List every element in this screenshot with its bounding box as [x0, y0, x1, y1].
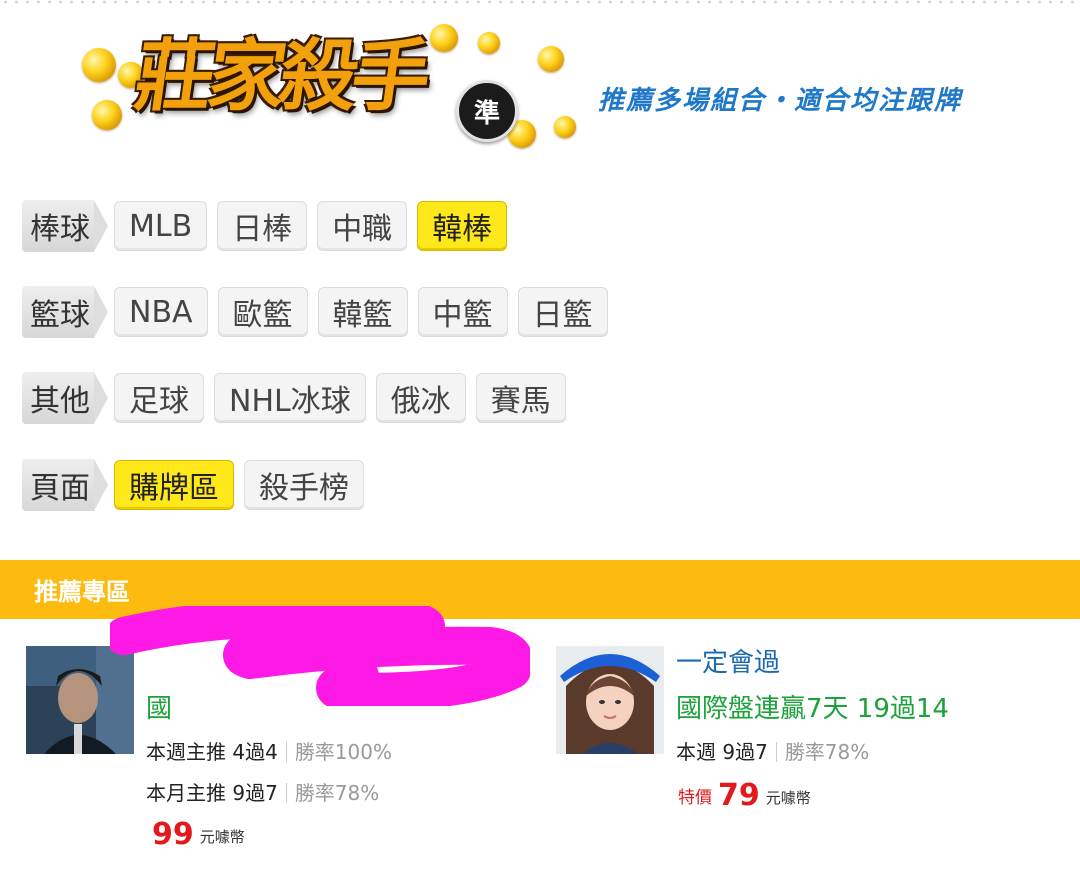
- price-value: 99: [152, 817, 194, 852]
- gold-coin-icon: [478, 32, 500, 54]
- weekly-record: 本週 9過7 勝率78%: [676, 736, 869, 765]
- avatar[interactable]: [556, 646, 664, 754]
- weekly-win-rate: 勝率78%: [784, 740, 870, 764]
- league-button-soccer[interactable]: 足球: [114, 373, 204, 423]
- league-button-kbo[interactable]: 韓棒: [417, 201, 508, 251]
- gold-coin-icon: [430, 24, 458, 52]
- category-label: 棒球: [22, 200, 108, 252]
- weekly-win-rate: 勝率100%: [294, 740, 392, 764]
- monthly-win-rate: 勝率78%: [294, 781, 380, 805]
- tipster-headline[interactable]: 國際盤連贏7天 19過14: [676, 688, 949, 725]
- weekly-record: 本週主推 4過4 勝率100%: [146, 736, 392, 765]
- gold-coin-icon: [82, 48, 116, 82]
- gold-coin-icon: [538, 46, 564, 72]
- sale-tag: 特價: [678, 788, 712, 808]
- league-button-china-basketball[interactable]: 中籃: [417, 287, 508, 337]
- category-label: 籃球: [22, 286, 108, 338]
- weekly-record-label: 本週 9過7: [676, 740, 768, 764]
- section-title: 推薦專區: [34, 578, 130, 606]
- price-unit: 元噱幣: [765, 789, 811, 807]
- price-unit: 元噱幣: [199, 828, 245, 846]
- divider: [775, 742, 777, 762]
- price-value: 79: [718, 778, 760, 813]
- category-row-basketball: 籃球 NBA 歐籃 韓籃 中籃 日籃: [22, 284, 618, 340]
- league-button-nba[interactable]: NBA: [114, 287, 208, 337]
- divider: [285, 783, 287, 803]
- category-label: 頁面: [22, 459, 108, 511]
- league-button-horse-racing[interactable]: 賽馬: [475, 373, 566, 423]
- league-button-korea-basketball[interactable]: 韓籃: [317, 287, 408, 337]
- league-button-cpbl[interactable]: 中職: [317, 201, 408, 251]
- league-button-mlb[interactable]: MLB: [114, 201, 208, 251]
- league-button-euro-basketball[interactable]: 歐籃: [217, 287, 308, 337]
- logo[interactable]: 莊家殺手 準: [78, 20, 578, 160]
- price[interactable]: 99 元噱幣: [152, 817, 245, 852]
- top-dotted-border: [0, 0, 1080, 4]
- zhun-badge-icon: 準: [456, 80, 518, 142]
- tipster-card[interactable]: 一定會過 國際盤連贏7天 19過14 本週 9過7 勝率78% 特價 79 元噱幣: [540, 620, 1080, 893]
- divider: [285, 742, 287, 762]
- category-row-baseball: 棒球 MLB 日棒 中職 韓棒: [22, 198, 517, 254]
- league-button-japan-basketball[interactable]: 日籃: [517, 287, 608, 337]
- monthly-record: 本月主推 9過7 勝率78%: [146, 777, 379, 806]
- league-button-npb[interactable]: 日棒: [217, 201, 308, 251]
- price[interactable]: 特價 79 元噱幣: [678, 778, 811, 813]
- league-button-nhl[interactable]: NHL冰球: [214, 373, 366, 423]
- monthly-record-label: 本月主推 9過7: [146, 781, 278, 805]
- category-row-pages: 頁面 購牌區 殺手榜: [22, 457, 374, 513]
- category-label: 其他: [22, 372, 108, 424]
- tipster-card[interactable]: 國 本週主推 4過4 勝率100% 本月主推 9過7 勝率78% 99 元噱幣: [0, 606, 540, 893]
- weekly-record-label: 本週主推 4過4: [146, 740, 278, 764]
- page-button-killer-ranking[interactable]: 殺手榜: [244, 460, 364, 510]
- logo-title: 莊家殺手: [129, 31, 431, 122]
- gold-coin-icon: [554, 116, 576, 138]
- league-button-russia-hockey[interactable]: 俄冰: [375, 373, 466, 423]
- category-row-other: 其他 足球 NHL冰球 俄冰 賽馬: [22, 370, 576, 426]
- page-button-purchase[interactable]: 購牌區: [114, 460, 234, 510]
- redaction-scribble: [110, 606, 530, 706]
- tipster-name[interactable]: 一定會過: [676, 642, 780, 679]
- gold-coin-icon: [92, 100, 122, 130]
- header-tagline: 推薦多場組合・適合均注跟牌: [598, 86, 963, 116]
